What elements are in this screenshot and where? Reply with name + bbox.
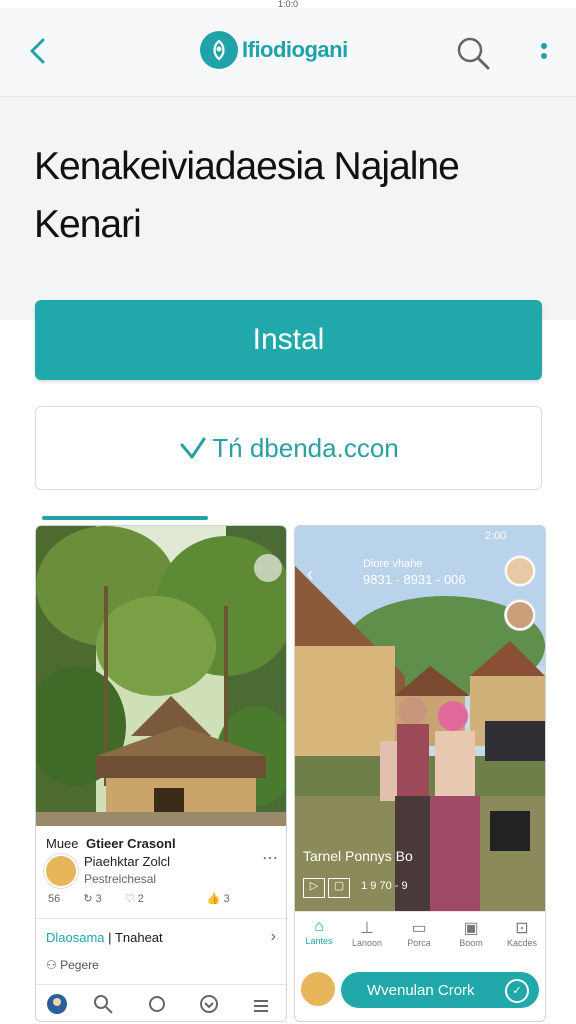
profile-icon[interactable] [46,993,68,1015]
footer-row: ⚇ Pegere [46,958,99,972]
chevron-right-icon: › [270,928,276,945]
caption-title: Gtieer Crasonl [86,836,176,851]
tab-fifth[interactable]: ⊡ Kacdes [501,918,543,948]
divider [36,918,286,919]
village-house-image [36,526,286,826]
overlay-controls: ▷ ▢ 1 9 70 - 9 [303,878,533,900]
tab-home[interactable]: ⌂ Lantes [299,918,339,946]
stat-value: 3 [223,893,230,905]
heart-check-icon [180,437,206,459]
overlay-caption: Tarnel Ponnys Bo [303,848,413,864]
bottom-nav [36,984,286,1021]
avatar[interactable] [301,972,335,1006]
link-label: Dlaosama [46,930,105,945]
bag-icon: ⊡ [515,920,529,937]
action-pill-button[interactable]: Wvenulan Crork ✓ [341,972,539,1008]
footer-text: Pegere [60,958,99,972]
link-suffix: Tnaheat [114,930,163,945]
tab-label: Porca [407,938,431,948]
stat-value: 56 [48,893,61,905]
home-icon: ⌂ [314,918,324,935]
screenshot-card-2[interactable]: 2:00 ‹ Diore vhahe 9831 - 8931 - 006 Tar… [294,525,546,1022]
wishlist-button[interactable]: Tń dbenda.ccon [35,406,542,490]
caption-meta: Pestrelchesal [84,872,157,886]
overlay-line-2: 9831 - 8931 - 006 [363,572,466,587]
wishlist-label: Tń dbenda.ccon [212,432,399,463]
avatar [44,854,78,888]
link-separator: | [108,930,112,945]
circle-icon[interactable] [146,993,168,1015]
search-icon[interactable] [454,34,492,72]
tab-bar: ⌂ Lantes ⊥ Lanoon ▭ Porca ▣ Boom ⊡ Kacdes [295,911,545,962]
more-horizontal-icon[interactable]: ⋯ [262,848,278,868]
avatar[interactable] [505,556,535,586]
tab-third[interactable]: ▭ Porca [399,918,439,948]
link-row[interactable]: Dlaosama | Tnaheat › [46,928,276,952]
menu-icon[interactable] [250,993,272,1015]
screenshot-indicator [42,516,208,520]
avatar[interactable] [505,600,535,630]
group-icon: ⚇ [46,958,61,972]
install-button[interactable]: Instal [35,300,542,380]
brand-mark-icon [200,31,238,69]
tab-label: Lanoon [351,938,383,948]
tab-label: Boom [459,938,483,948]
pill-label: Wvenulan Crork [367,981,475,999]
caption-subtitle: Piaehktar Zolcl [84,854,170,869]
search-icon[interactable] [92,993,114,1015]
stat-value: 2 [137,893,144,905]
caption-left: Muee [46,836,79,851]
page-title: Kenakeiviadaesia Najalne Kenari [34,145,460,246]
overlay-meta: 1 9 70 - 9 [361,880,408,892]
brand-logo[interactable]: Ifiodiogani [200,28,348,72]
pin-icon: ⊥ [360,920,374,937]
screenshot-card-1[interactable]: Muee Gtieer Crasonl Piaehktar Zolcl Pest… [35,525,287,1022]
tab-fourth[interactable]: ▣ Boom [451,918,491,948]
card-icon: ▭ [411,920,427,937]
tab-label: Kacdes [506,938,538,948]
brand-name: Ifiodiogani [242,37,348,62]
play-icon[interactable]: ▷ [303,878,325,898]
app-bar: Ifiodiogani [0,8,576,97]
tab-second[interactable]: ⊥ Lanoon [347,918,387,948]
tab-label: Lantes [305,936,333,946]
heart-icon[interactable] [198,993,220,1015]
more-vertical-icon[interactable] [532,36,556,72]
screenshot-1-details: Muee Gtieer Crasonl Piaehktar Zolcl Pest… [36,826,286,1021]
chat-icon: ▣ [463,920,479,937]
back-arrow-icon[interactable]: ‹ [307,564,313,585]
stats-row: 56 ↻ 3 ♡ 2 👍 3 [48,893,230,905]
grid-icon[interactable]: ▢ [328,878,351,898]
status-time: 2:00 [485,530,507,542]
stat-value: 3 [95,893,102,905]
check-icon: ✓ [505,979,529,1003]
overlay-line-1: Diore vhahe [363,558,423,570]
back-arrow-icon[interactable] [26,36,50,66]
